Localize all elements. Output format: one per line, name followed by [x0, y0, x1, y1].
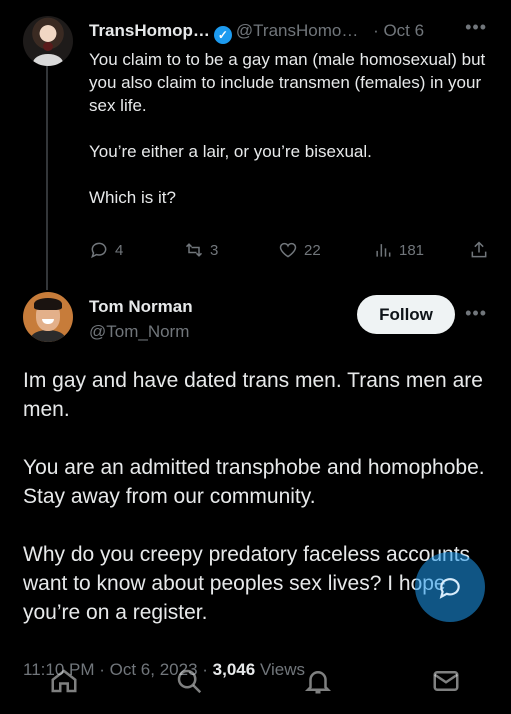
- reply-action-bar: 4 3 22 181: [89, 240, 491, 264]
- reply-date[interactable]: · Oct 6: [373, 21, 424, 40]
- views-button[interactable]: 181: [373, 240, 424, 260]
- views-count: 181: [399, 241, 425, 259]
- home-icon[interactable]: [49, 666, 79, 696]
- reply-paragraph: You’re either a lair, or you’re bisexual…: [89, 142, 372, 161]
- share-button[interactable]: [469, 240, 489, 260]
- verified-badge-icon: ✓: [213, 26, 232, 44]
- author-avatar[interactable]: [23, 292, 73, 342]
- reply-text: You claim to to be a gay man (male homos…: [89, 48, 489, 209]
- reply-author-handle[interactable]: @TransHomo…: [236, 21, 358, 40]
- tweet-paragraph: Im gay and have dated trans men. Trans m…: [23, 369, 483, 421]
- notifications-icon[interactable]: [303, 666, 333, 696]
- compose-icon: [439, 578, 460, 599]
- author-name[interactable]: Tom Norman: [89, 297, 193, 317]
- reply-author-avatar[interactable]: [23, 16, 73, 66]
- repost-button[interactable]: 3: [184, 240, 218, 260]
- reply-more-icon[interactable]: •••: [465, 17, 487, 38]
- repost-count: 3: [210, 241, 219, 259]
- messages-icon[interactable]: [431, 666, 461, 696]
- author-handle[interactable]: @Tom_Norm: [89, 322, 189, 342]
- bottom-nav: [0, 650, 511, 714]
- reply-paragraph: Which is it?: [89, 188, 176, 207]
- reply-count: 4: [115, 241, 124, 259]
- heart-icon: [279, 242, 297, 258]
- tweet-paragraph: You are an admitted transphobe and homop…: [23, 456, 485, 508]
- thread-connector-line: [46, 62, 48, 290]
- reply-author-name[interactable]: TransHomop…: [89, 21, 210, 40]
- repost-icon: [185, 243, 203, 257]
- like-count: 22: [304, 241, 321, 259]
- compose-button[interactable]: [415, 552, 485, 622]
- reply-button[interactable]: 4: [89, 240, 123, 260]
- like-button[interactable]: 22: [278, 240, 321, 260]
- follow-button[interactable]: Follow: [357, 295, 455, 334]
- share-icon: [471, 241, 487, 258]
- search-icon[interactable]: [174, 666, 204, 696]
- views-icon: [376, 244, 391, 257]
- reply-paragraph: You claim to to be a gay man (male homos…: [89, 50, 486, 115]
- reply-icon: [91, 242, 107, 259]
- reply-header: TransHomop… ✓ @TransHomo… · Oct 6: [89, 21, 489, 44]
- tweet-more-icon[interactable]: •••: [465, 303, 487, 324]
